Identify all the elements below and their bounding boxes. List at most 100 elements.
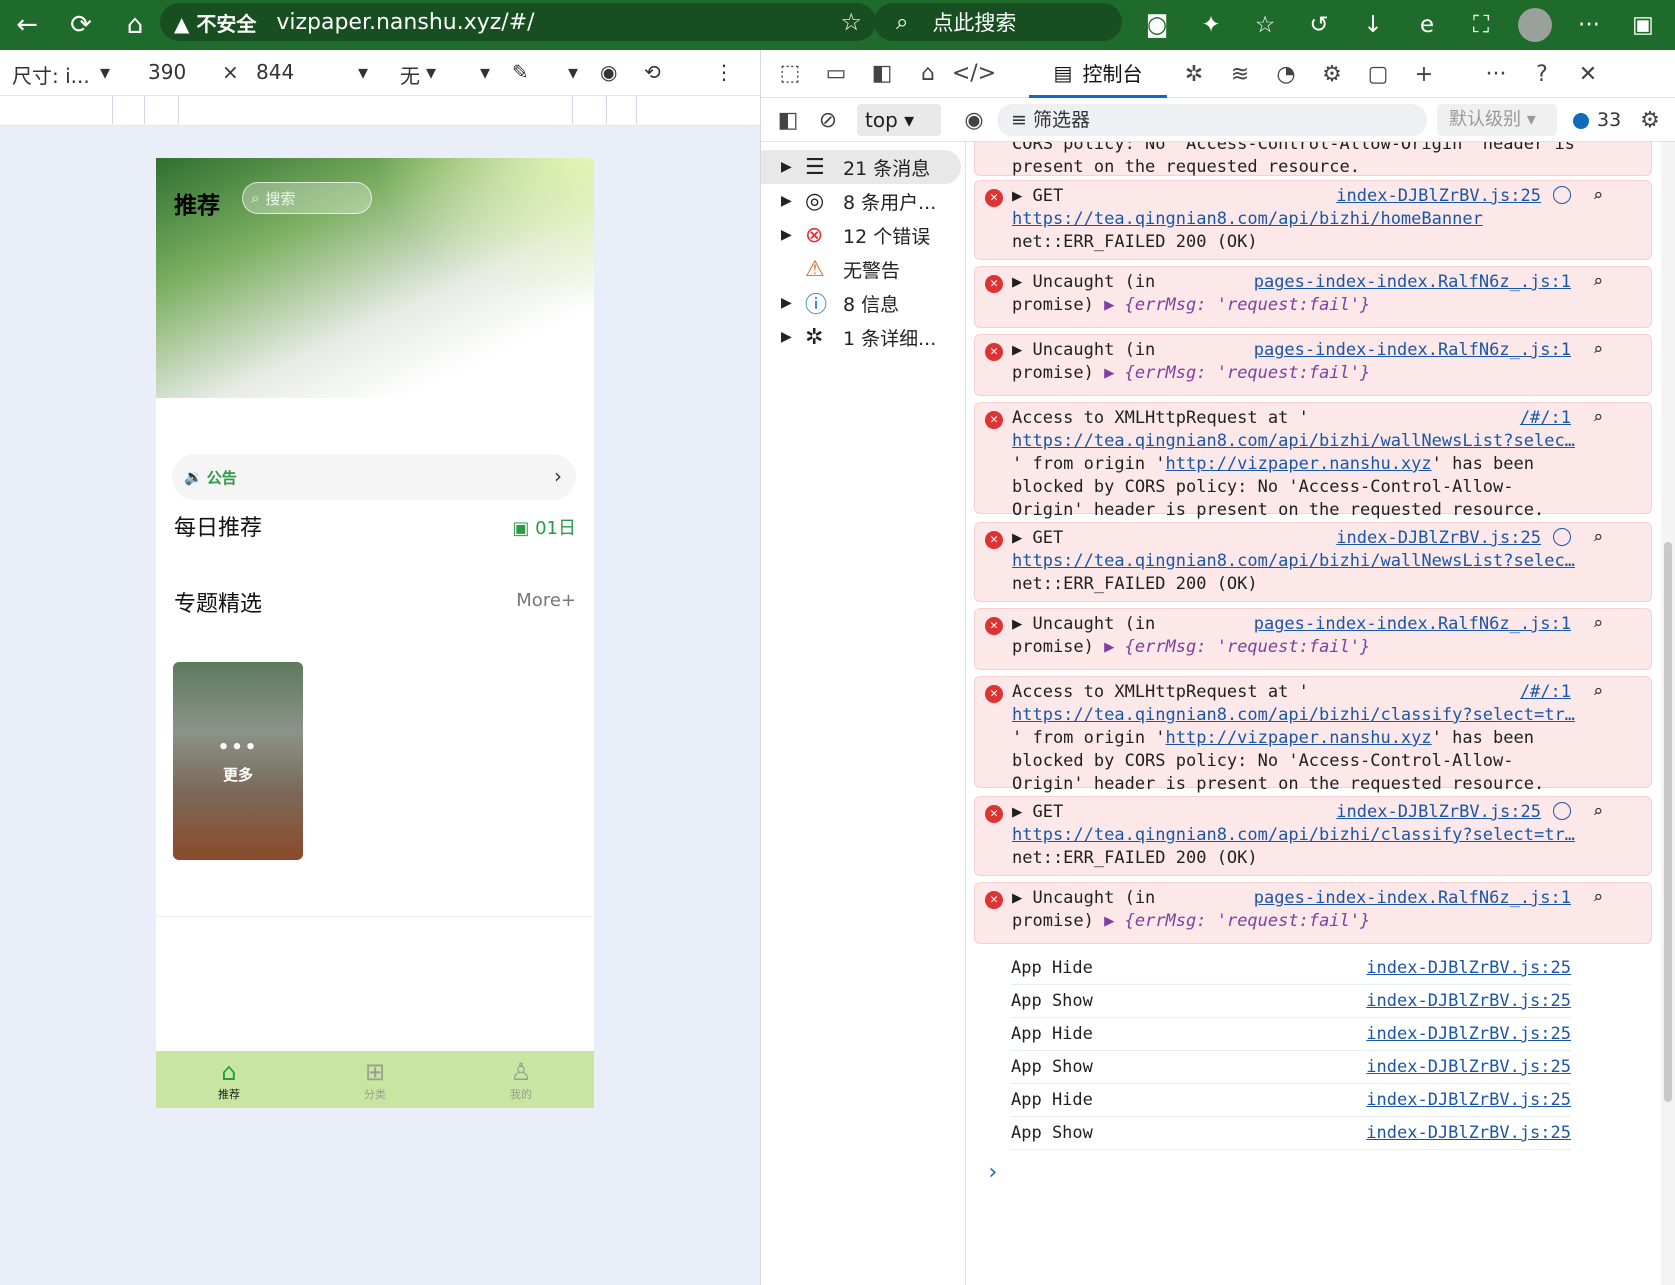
- rotate-icon[interactable]: ⟲: [644, 60, 661, 84]
- elements-icon[interactable]: </>: [951, 50, 997, 98]
- network-wifi-icon[interactable]: ≋: [1217, 50, 1263, 98]
- chevron-down-icon[interactable]: ▾: [568, 60, 578, 84]
- application-icon[interactable]: ▢: [1355, 50, 1401, 98]
- inspect-icon[interactable]: ⬚: [767, 50, 813, 98]
- error-object[interactable]: ▶ {errMsg: 'request:fail'}: [1104, 363, 1370, 383]
- url-text[interactable]: vizpaper.nanshu.xyz/#/: [276, 10, 534, 35]
- console-error[interactable]: ✕ ▶ GET https://tea.qingnian8.com/api/bi…: [974, 522, 1652, 602]
- source-link[interactable]: /#/:1: [1520, 681, 1571, 704]
- console-error[interactable]: ✕ ▶ GET https://tea.qingnian8.com/api/bi…: [974, 796, 1652, 876]
- source-link[interactable]: pages-index-index.RalfN6z_.js:1: [1254, 339, 1571, 362]
- tab-mine[interactable]: ♙ 我的: [448, 1051, 594, 1108]
- more-menu-icon[interactable]: ···: [1562, 0, 1616, 50]
- origin-link[interactable]: http://vizpaper.nanshu.xyz: [1166, 454, 1432, 474]
- console-error[interactable]: ✕ ▶ Uncaught (in promise) ▶ {errMsg: 're…: [974, 266, 1652, 328]
- error-object[interactable]: ▶ {errMsg: 'request:fail'}: [1104, 295, 1370, 315]
- address-bar[interactable]: ▲ 不安全 vizpaper.nanshu.xyz/#/ ☆: [160, 3, 876, 41]
- sidebar-item-user-messages[interactable]: ▶ ◎ 8 条用户...: [781, 184, 936, 218]
- source-link[interactable]: index-DJBlZrBV.js:25: [1366, 1051, 1571, 1084]
- source-link[interactable]: /#/:1: [1520, 407, 1571, 430]
- back-icon[interactable]: ←: [0, 0, 54, 50]
- chevron-down-icon[interactable]: ▾: [426, 60, 436, 84]
- expand-arrow-icon[interactable]: ▶: [781, 329, 805, 345]
- source-link[interactable]: pages-index-index.RalfN6z_.js:1: [1254, 887, 1571, 910]
- console-scrollbar[interactable]: [1661, 142, 1675, 1285]
- close-icon[interactable]: ✕: [1565, 50, 1611, 98]
- tab-recommend[interactable]: ⌂ 推荐: [156, 1051, 302, 1108]
- context-select[interactable]: top ▾: [857, 104, 941, 136]
- expand-arrow-icon[interactable]: ▶: [781, 227, 805, 243]
- source-link[interactable]: index-DJBlZrBV.js:25: [1336, 185, 1541, 208]
- console-error[interactable]: ✕ ▶ Uncaught (in promise) ▶ {errMsg: 're…: [974, 608, 1652, 670]
- request-link[interactable]: https://tea.qingnian8.com/api/bizhi/clas…: [1012, 704, 1612, 727]
- request-link[interactable]: https://tea.qingnian8.com/api/bizhi/wall…: [1012, 550, 1612, 573]
- log-level-select[interactable]: 默认级别 ▾: [1437, 104, 1557, 136]
- source-link[interactable]: pages-index-index.RalfN6z_.js:1: [1254, 613, 1571, 636]
- daily-date[interactable]: ▣ 01日: [512, 514, 576, 540]
- welcome-home-icon[interactable]: ⌂: [905, 50, 951, 98]
- memory-chip-icon[interactable]: ⚙: [1309, 50, 1355, 98]
- network-request-icon[interactable]: [1553, 186, 1571, 204]
- search-icon[interactable]: ⌕: [1593, 527, 1603, 550]
- chevron-down-icon[interactable]: ▾: [358, 60, 368, 84]
- expand-arrow-icon[interactable]: ▶: [781, 193, 805, 209]
- favorite-star-icon[interactable]: ☆: [840, 8, 862, 36]
- console-error[interactable]: ✕ ▶ Uncaught (in promise) ▶ {errMsg: 're…: [974, 882, 1652, 944]
- add-tool-icon[interactable]: +: [1401, 50, 1447, 98]
- throttle-select[interactable]: 无: [400, 60, 420, 89]
- search-icon[interactable]: ⌕: [1593, 339, 1603, 362]
- source-link[interactable]: pages-index-index.RalfN6z_.js:1: [1254, 271, 1571, 294]
- search-icon[interactable]: ⌕: [1593, 887, 1603, 910]
- source-link[interactable]: index-DJBlZrBV.js:25: [1366, 985, 1571, 1018]
- favorites-icon[interactable]: ☆: [1238, 0, 1292, 50]
- dock-icon[interactable]: ◧: [859, 50, 905, 98]
- sidebar-item-messages[interactable]: ▶ ☰ 21 条消息: [761, 150, 961, 184]
- source-link[interactable]: index-DJBlZrBV.js:25: [1366, 1018, 1571, 1051]
- sidebar-item-info[interactable]: ▶ ⓘ 8 信息: [781, 286, 899, 320]
- request-link[interactable]: https://tea.qingnian8.com/api/bizhi/wall…: [1012, 430, 1612, 453]
- notice-bar[interactable]: 🔉 公告 ›: [172, 454, 576, 500]
- source-link[interactable]: index-DJBlZrBV.js:25: [1366, 1117, 1571, 1150]
- search-icon[interactable]: ⌕: [1593, 185, 1603, 208]
- incognito-icon[interactable]: ◙: [1130, 0, 1184, 50]
- more-topics-card[interactable]: ••• 更多: [173, 662, 303, 860]
- download-icon[interactable]: ↓: [1346, 0, 1400, 50]
- issues-count[interactable]: 33: [1573, 104, 1621, 136]
- request-link[interactable]: https://tea.qingnian8.com/api/bizhi/clas…: [1012, 824, 1612, 847]
- home-icon[interactable]: ⌂: [108, 0, 162, 50]
- eyedropper-icon[interactable]: ✎: [512, 60, 529, 84]
- edge-icon[interactable]: e: [1400, 0, 1454, 50]
- console-error[interactable]: ✕ Access to XMLHttpRequest at ' https://…: [974, 402, 1652, 520]
- avatar[interactable]: [1518, 8, 1552, 42]
- chevron-down-icon[interactable]: ▾: [480, 60, 490, 84]
- device-size-select[interactable]: 尺寸: i...: [12, 60, 90, 89]
- profile-avatar[interactable]: [1508, 0, 1562, 50]
- help-icon[interactable]: ?: [1519, 50, 1565, 98]
- console-error[interactable]: ✕ ▶ GET https://tea.qingnian8.com/api/bi…: [974, 180, 1652, 260]
- search-icon[interactable]: ⌕: [1593, 407, 1603, 430]
- topics-more-link[interactable]: More+: [516, 590, 576, 611]
- filter-input[interactable]: ≡ 筛选器: [997, 104, 1427, 136]
- chevron-down-icon[interactable]: ▾: [100, 60, 110, 84]
- sidebar-toggle-icon[interactable]: ▣: [1616, 0, 1670, 50]
- live-expression-eye-icon[interactable]: ◉: [951, 96, 997, 144]
- more-tools-icon[interactable]: ···: [1473, 50, 1519, 98]
- origin-link[interactable]: http://vizpaper.nanshu.xyz: [1166, 728, 1432, 748]
- screenshot-icon[interactable]: ⛶: [1454, 0, 1508, 50]
- source-link[interactable]: index-DJBlZrBV.js:25: [1336, 527, 1541, 550]
- device-toggle-icon[interactable]: ▭: [813, 50, 859, 98]
- search-icon[interactable]: ⌕: [1593, 681, 1603, 704]
- search-icon[interactable]: ⌕: [1593, 801, 1603, 824]
- source-link[interactable]: index-DJBlZrBV.js:25: [1336, 801, 1541, 824]
- reload-icon[interactable]: ⟳: [54, 0, 108, 50]
- extensions-icon[interactable]: ✦: [1184, 0, 1238, 50]
- expand-arrow-icon[interactable]: ▶: [781, 295, 805, 311]
- browser-search-box[interactable]: ⌕ 点此搜索: [874, 3, 1122, 41]
- sidebar-item-verbose[interactable]: ▶ ✲ 1 条详细...: [781, 320, 936, 354]
- app-search-input[interactable]: ⌕ 搜索: [242, 182, 372, 214]
- eye-icon[interactable]: ◉: [600, 60, 617, 84]
- chevron-right-icon[interactable]: ›: [554, 464, 562, 488]
- request-link[interactable]: https://tea.qingnian8.com/api/bizhi/home…: [1012, 208, 1612, 231]
- source-link[interactable]: index-DJBlZrBV.js:25: [1366, 952, 1571, 985]
- width-input[interactable]: 390: [148, 60, 186, 84]
